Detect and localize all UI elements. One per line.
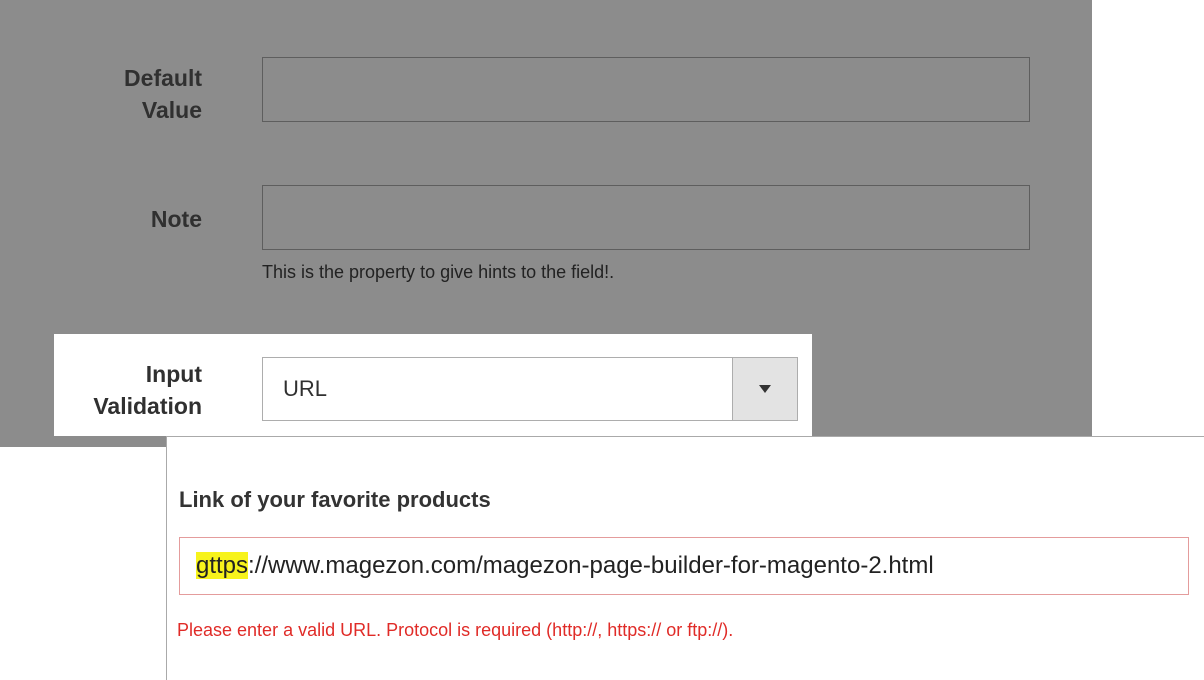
url-remainder: ://www.magezon.com/magezon-page-builder-…: [248, 552, 934, 579]
url-protocol-highlight: gttps: [196, 552, 249, 579]
url-validation-error: Please enter a valid URL. Protocol is re…: [177, 620, 734, 640]
input-validation-select[interactable]: URL: [262, 357, 798, 421]
caret-down-icon[interactable]: [732, 358, 797, 420]
default-value-input[interactable]: [262, 57, 1030, 122]
frontend-form-preview: Link of your favorite products gttps://w…: [166, 436, 1204, 680]
note-input[interactable]: [262, 185, 1030, 250]
favorite-products-label: Link of your favorite products: [179, 487, 491, 512]
admin-form-overlay: Default Value Note This is the property …: [0, 0, 1092, 447]
favorite-products-url-input[interactable]: gttps://www.magezon.com/magezon-page-bui…: [179, 537, 1189, 595]
input-validation-label: Input Validation: [93, 361, 202, 419]
note-hint: This is the property to give hints to th…: [262, 262, 615, 282]
select-selected-value: URL: [283, 376, 328, 401]
note-label: Note: [150, 206, 202, 232]
default-value-label: Default Value: [124, 65, 202, 123]
